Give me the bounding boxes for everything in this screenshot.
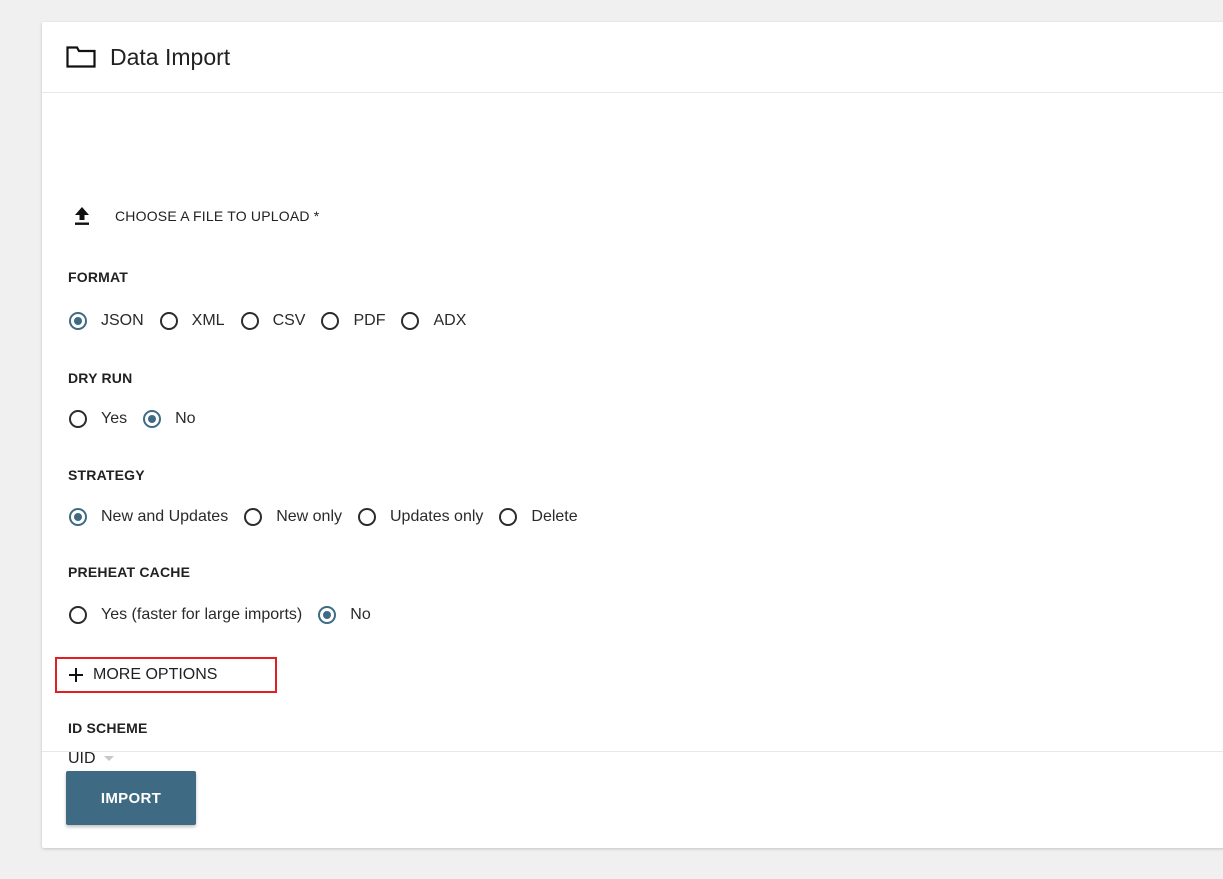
import-button[interactable]: IMPORT	[66, 771, 196, 825]
strategy-option-new-only[interactable]: New only	[244, 508, 342, 526]
radio-selected-icon[interactable]	[69, 312, 87, 330]
more-options-button[interactable]: MORE OPTIONS	[55, 657, 277, 693]
strategy-radio-group: New and Updates New only Updates only De…	[69, 508, 594, 526]
radio-label: Updates only	[390, 508, 484, 525]
radio-label: No	[350, 606, 371, 623]
folder-icon	[66, 46, 96, 68]
import-form: CHOOSE A FILE TO UPLOAD * FORMAT JSON XM…	[42, 93, 1223, 767]
dry-run-option-no[interactable]: No	[143, 410, 196, 428]
radio-selected-icon[interactable]	[69, 508, 87, 526]
radio-icon[interactable]	[69, 606, 87, 624]
radio-label: JSON	[101, 312, 144, 329]
radio-label: ADX	[433, 312, 467, 329]
preheat-cache-radio-group: Yes (faster for large imports) No	[69, 606, 387, 624]
plus-icon	[69, 668, 83, 682]
radio-icon[interactable]	[499, 508, 518, 526]
format-option-adx[interactable]: ADX	[401, 312, 466, 330]
upload-label: CHOOSE A FILE TO UPLOAD *	[115, 208, 320, 224]
strategy-label: STRATEGY	[68, 467, 145, 483]
page-title: Data Import	[110, 43, 231, 70]
radio-label: Delete	[531, 508, 578, 525]
radio-label: Yes	[101, 410, 128, 427]
radio-label: XML	[191, 312, 225, 329]
card-header: Data Import	[42, 22, 1223, 93]
preheat-cache-label: PREHEAT CACHE	[68, 564, 191, 580]
caret-down-icon	[103, 756, 114, 762]
radio-label: No	[175, 410, 196, 427]
dry-run-option-yes[interactable]: Yes	[69, 410, 127, 428]
data-import-card: Data Import CHOOSE A FILE TO UPLOAD * FO…	[42, 22, 1223, 848]
radio-icon[interactable]	[401, 312, 420, 330]
radio-label: PDF	[353, 312, 386, 329]
strategy-option-new-and-updates[interactable]: New and Updates	[69, 508, 228, 526]
upload-file-button[interactable]: CHOOSE A FILE TO UPLOAD *	[73, 206, 319, 226]
preheat-option-no[interactable]: No	[318, 606, 371, 624]
radio-icon[interactable]	[321, 312, 340, 330]
format-label: FORMAT	[68, 269, 129, 285]
preheat-option-yes[interactable]: Yes (faster for large imports)	[69, 606, 302, 624]
radio-icon[interactable]	[69, 410, 87, 428]
radio-icon[interactable]	[244, 508, 263, 526]
radio-icon[interactable]	[358, 508, 376, 526]
format-option-pdf[interactable]: PDF	[321, 312, 385, 330]
format-radio-group: JSON XML CSV PDF ADX	[69, 312, 482, 330]
id-scheme-select[interactable]: UID	[68, 750, 114, 768]
upload-icon	[73, 206, 93, 226]
radio-icon[interactable]	[159, 312, 178, 330]
strategy-option-delete[interactable]: Delete	[499, 508, 578, 526]
dry-run-label: DRY RUN	[68, 370, 133, 386]
format-option-csv[interactable]: CSV	[240, 312, 306, 330]
format-option-json[interactable]: JSON	[69, 312, 144, 330]
radio-selected-icon[interactable]	[318, 606, 337, 624]
id-scheme-value: UID	[68, 750, 96, 767]
dry-run-radio-group: Yes No	[69, 410, 212, 428]
radio-label: CSV	[272, 312, 306, 329]
more-options-label: MORE OPTIONS	[93, 666, 218, 683]
strategy-option-updates-only[interactable]: Updates only	[358, 508, 483, 526]
radio-label: New only	[276, 508, 342, 525]
format-option-xml[interactable]: XML	[159, 312, 225, 330]
id-scheme-label: ID SCHEME	[68, 720, 148, 736]
radio-icon[interactable]	[240, 312, 259, 330]
radio-selected-icon[interactable]	[143, 410, 162, 428]
radio-label: New and Updates	[101, 508, 229, 525]
radio-label: Yes (faster for large imports)	[101, 606, 303, 623]
